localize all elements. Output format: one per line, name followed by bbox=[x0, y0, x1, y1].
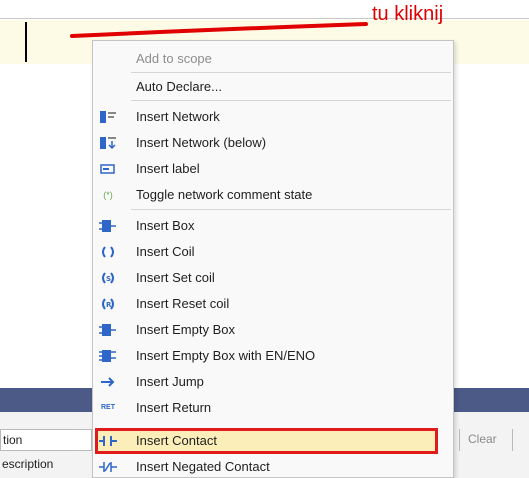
insert-network-below-icon bbox=[99, 135, 117, 151]
menu-item-insert-jump[interactable]: Insert Jump bbox=[93, 369, 453, 395]
menu-item-insert-negated-contact[interactable]: Insert Negated Contact bbox=[93, 454, 453, 477]
menu-item-label: Insert Coil bbox=[136, 244, 195, 259]
menu-item-insert-empty-box-en[interactable]: Insert Empty Box with EN/ENO bbox=[93, 343, 453, 369]
menu-item-label: Insert label bbox=[136, 161, 200, 176]
jump-arrow-icon bbox=[99, 374, 117, 390]
toolbar-divider bbox=[459, 429, 460, 451]
svg-text:S: S bbox=[106, 275, 111, 283]
comment-toggle-icon: (*) bbox=[103, 190, 113, 200]
menu-item-label: Insert Return bbox=[136, 400, 212, 415]
filter-field[interactable]: tion bbox=[0, 429, 92, 451]
svg-text:R: R bbox=[106, 301, 112, 309]
reset-coil-icon: R bbox=[99, 296, 117, 312]
menu-item-label: Auto Declare... bbox=[136, 79, 222, 94]
menu-item-insert-set-coil[interactable]: S Insert Set coil bbox=[93, 265, 453, 291]
menu-item-label: Insert Set coil bbox=[136, 270, 215, 285]
menu-item-insert-empty-box[interactable]: Insert Empty Box bbox=[93, 317, 453, 343]
menu-item-add-to-scope[interactable]: Add to scope bbox=[93, 46, 453, 72]
menu-item-insert-return[interactable]: RET Insert Return bbox=[93, 395, 453, 421]
clear-button[interactable]: Clear bbox=[468, 432, 497, 446]
menu-item-auto-declare[interactable]: Auto Declare... bbox=[93, 74, 453, 100]
description-column-header: escription bbox=[2, 457, 54, 471]
label-icon bbox=[99, 161, 117, 177]
filter-field-text: tion bbox=[3, 433, 23, 447]
contact-icon bbox=[99, 433, 117, 449]
empty-box-icon bbox=[99, 322, 117, 338]
context-menu: Add to scope Auto Declare... Insert Netw… bbox=[92, 40, 454, 478]
menu-item-label: Insert Reset coil bbox=[136, 296, 230, 311]
menu-item-insert-reset-coil[interactable]: R Insert Reset coil bbox=[93, 291, 453, 317]
empty-box-en-icon bbox=[99, 348, 117, 364]
menu-item-toggle-comment[interactable]: (*) Toggle network comment state bbox=[93, 182, 453, 208]
menu-separator bbox=[131, 209, 451, 210]
menu-item-insert-contact[interactable]: Insert Contact bbox=[93, 428, 453, 454]
menu-item-label: Add to scope bbox=[136, 51, 212, 66]
return-icon: RET bbox=[101, 404, 115, 411]
menu-separator bbox=[131, 72, 451, 73]
set-coil-icon: S bbox=[99, 270, 117, 286]
menu-item-label: Insert Empty Box with EN/ENO bbox=[136, 348, 316, 363]
menu-item-insert-label[interactable]: Insert label bbox=[93, 156, 453, 182]
menu-item-label: Toggle network comment state bbox=[136, 187, 313, 202]
negated-contact-icon bbox=[99, 459, 117, 475]
menu-item-insert-box[interactable]: Insert Box bbox=[93, 213, 453, 239]
insert-network-icon bbox=[99, 109, 117, 125]
menu-item-insert-network-below[interactable]: Insert Network (below) bbox=[93, 130, 453, 156]
box-icon bbox=[99, 218, 117, 234]
menu-item-label: Insert Jump bbox=[136, 374, 204, 389]
annotation-text: tu kliknij bbox=[372, 3, 444, 25]
menu-item-label: Insert Network bbox=[136, 109, 220, 124]
menu-item-label: Insert Box bbox=[136, 218, 195, 233]
menu-separator bbox=[131, 100, 451, 101]
menu-item-label: Insert Empty Box bbox=[136, 322, 235, 337]
menu-item-insert-coil[interactable]: Insert Coil bbox=[93, 239, 453, 265]
menu-item-label: Insert Negated Contact bbox=[136, 459, 270, 474]
menu-item-insert-network[interactable]: Insert Network bbox=[93, 104, 453, 130]
menu-item-label: Insert Contact bbox=[136, 433, 217, 448]
menu-item-label: Insert Network (below) bbox=[136, 135, 267, 150]
coil-icon bbox=[99, 244, 117, 260]
toolbar-divider bbox=[512, 429, 513, 451]
